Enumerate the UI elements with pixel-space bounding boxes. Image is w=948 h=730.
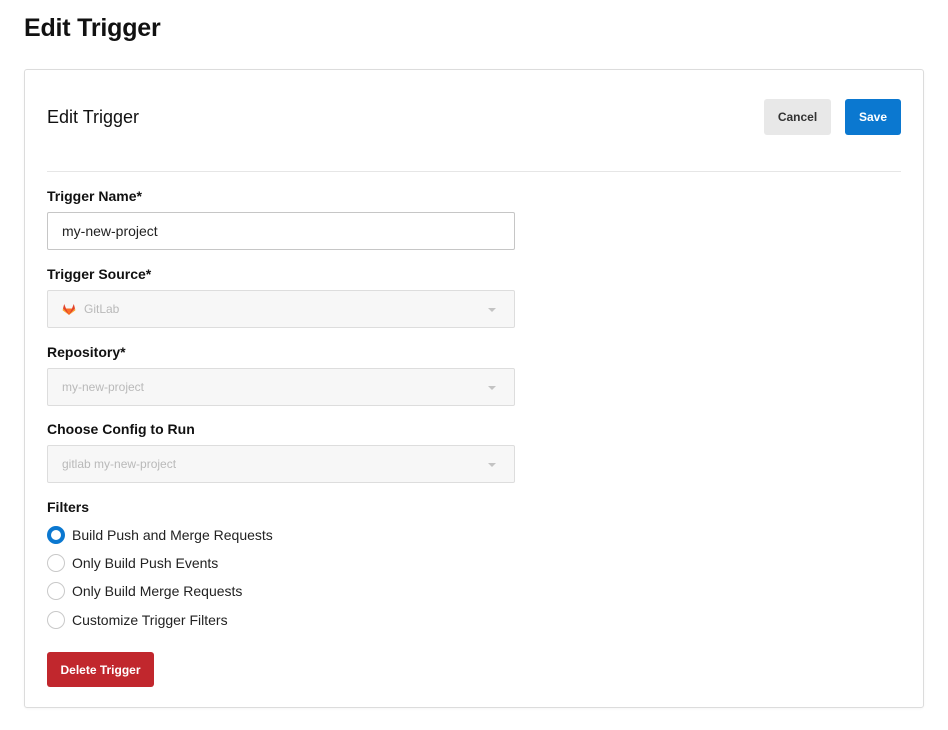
filter-option-build-push-and-merge[interactable]: Build Push and Merge Requests	[47, 525, 273, 545]
filter-option-only-merge[interactable]: Only Build Merge Requests	[47, 581, 242, 601]
chevron-down-icon	[488, 386, 496, 390]
page-title: Edit Trigger	[24, 14, 161, 42]
trigger-name-label: Trigger Name*	[47, 188, 142, 204]
chevron-down-icon	[488, 308, 496, 312]
chevron-down-icon	[488, 463, 496, 467]
config-select: gitlab my-new-project	[47, 445, 515, 483]
save-button[interactable]: Save	[845, 99, 901, 135]
filter-option-label: Only Build Merge Requests	[72, 583, 243, 599]
radio-checked-icon[interactable]	[47, 526, 65, 544]
radio-unchecked-icon[interactable]	[47, 554, 65, 572]
filter-option-customize[interactable]: Customize Trigger Filters	[47, 610, 228, 630]
radio-unchecked-icon[interactable]	[47, 582, 65, 600]
delete-trigger-button[interactable]: Delete Trigger	[47, 652, 154, 687]
filter-option-label: Customize Trigger Filters	[72, 612, 228, 628]
card-header: Edit Trigger Cancel Save	[47, 70, 901, 172]
trigger-source-label: Trigger Source*	[47, 266, 152, 282]
repository-select: my-new-project	[47, 368, 515, 406]
radio-unchecked-icon[interactable]	[47, 611, 65, 629]
config-label: Choose Config to Run	[47, 421, 195, 437]
filter-option-label: Build Push and Merge Requests	[72, 527, 273, 543]
filter-option-label: Only Build Push Events	[72, 555, 219, 571]
config-value: gitlab my-new-project	[62, 457, 177, 471]
trigger-name-input[interactable]	[47, 212, 515, 250]
filter-option-only-push[interactable]: Only Build Push Events	[47, 553, 218, 573]
trigger-source-value: GitLab	[84, 302, 120, 316]
card-title: Edit Trigger	[47, 107, 140, 127]
trigger-source-select: GitLab	[47, 290, 515, 328]
repository-value: my-new-project	[62, 380, 145, 394]
edit-trigger-card: Edit Trigger Cancel Save Trigger Name* T…	[24, 69, 924, 708]
repository-label: Repository*	[47, 344, 126, 360]
cancel-button[interactable]: Cancel	[764, 99, 831, 135]
gitlab-icon	[62, 302, 76, 316]
filters-label: Filters	[47, 499, 90, 515]
